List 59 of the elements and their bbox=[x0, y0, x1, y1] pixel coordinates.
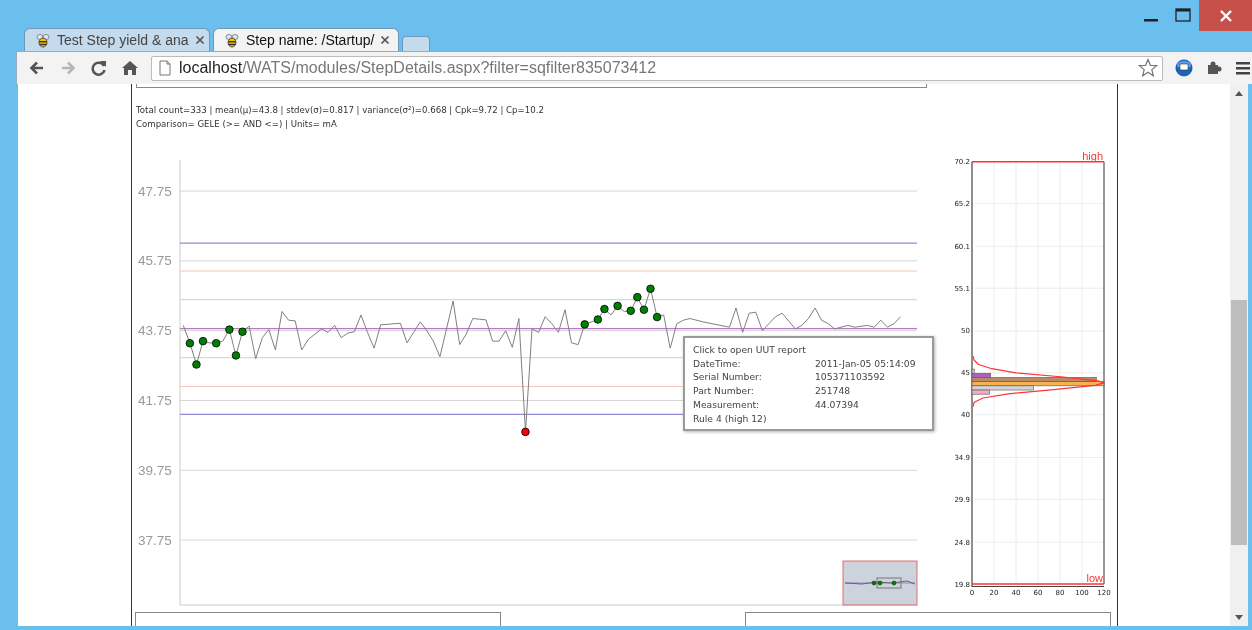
reload-icon[interactable] bbox=[89, 58, 109, 78]
close-icon[interactable] bbox=[380, 35, 391, 45]
navigator-drawing[interactable] bbox=[842, 560, 918, 606]
data-point[interactable] bbox=[212, 339, 221, 348]
data-point[interactable] bbox=[652, 312, 662, 322]
scrollbar-thumb[interactable] bbox=[1231, 300, 1247, 545]
axis-label: 41.75 bbox=[138, 392, 172, 408]
bee-icon bbox=[224, 32, 240, 48]
browser-tab[interactable]: Test Step yield & ana bbox=[24, 28, 210, 51]
field-value: 105371103592 bbox=[815, 370, 887, 385]
puzzle-icon[interactable] bbox=[1205, 59, 1223, 77]
address-bar[interactable]: localhost/WATS/modules/StepDetails.aspx?filter=sqfilter835073412 bbox=[151, 55, 1163, 81]
field-label: Measurement: bbox=[693, 397, 761, 412]
page-icon bbox=[158, 60, 172, 76]
data-point[interactable] bbox=[580, 320, 589, 329]
bee-icon bbox=[35, 32, 51, 48]
limit-label: low bbox=[1086, 572, 1103, 584]
scroll-down-icon[interactable] bbox=[1234, 614, 1244, 622]
bookmark-star-icon[interactable] bbox=[1138, 58, 1158, 78]
field-label: Part Number: bbox=[693, 384, 755, 398]
summary-text: Comparison= GELE (>= AND <=) | Units= mA bbox=[136, 118, 338, 131]
field-value: 251748 bbox=[815, 384, 852, 398]
data-point[interactable] bbox=[626, 306, 635, 315]
axis-label: 43.75 bbox=[138, 323, 172, 339]
data-point[interactable] bbox=[600, 304, 609, 314]
axis-label: 37.75 bbox=[138, 532, 172, 548]
data-point[interactable] bbox=[185, 339, 195, 348]
data-point[interactable] bbox=[633, 292, 642, 302]
data-point[interactable] bbox=[521, 427, 530, 437]
close-button[interactable] bbox=[1199, 0, 1252, 31]
data-point[interactable] bbox=[613, 301, 622, 311]
data-point[interactable] bbox=[225, 325, 234, 334]
field-value: 44.07394 bbox=[815, 397, 860, 412]
scroll-up-icon[interactable] bbox=[1234, 89, 1244, 97]
axis-label: 45.75 bbox=[138, 253, 172, 269]
axis-label: 47.75 bbox=[138, 183, 172, 199]
tooltip[interactable]: Click to open UUT report DateTime: 2011-Jan-05 05:14:09 Serial Number: 105371103592 Part Number: 251748 Measurement: 44.07394 Rule 4 (high 12) bbox=[683, 336, 934, 431]
data-point[interactable] bbox=[646, 284, 655, 293]
data-point[interactable] bbox=[192, 360, 201, 369]
rule-text: Rule 4 (high 12) bbox=[693, 411, 768, 426]
field-label: Serial Number: bbox=[693, 370, 763, 385]
data-point[interactable] bbox=[593, 315, 603, 324]
home-icon[interactable] bbox=[120, 58, 140, 78]
field-value: 2011-Jan-05 05:14:09 bbox=[815, 356, 917, 371]
maximize-icon[interactable] bbox=[1175, 8, 1191, 22]
axis-label: 39.75 bbox=[138, 462, 172, 478]
field-label: DateTime: bbox=[693, 356, 742, 371]
data-point[interactable] bbox=[198, 336, 208, 346]
extension-icon[interactable] bbox=[1174, 58, 1194, 78]
data-point[interactable] bbox=[639, 305, 649, 314]
browser-tab[interactable]: Step name: /Startup/ bbox=[213, 28, 399, 51]
data-point[interactable] bbox=[238, 327, 247, 336]
menu-icon[interactable] bbox=[1234, 59, 1252, 77]
scrollbar[interactable] bbox=[1230, 84, 1248, 626]
summary-text: Total count=333 | mean(μ)=43.8 | stdev(σ)=0.817 | variance(σ²)=0.668 | Cpk=9.72 | Cp=10.2 bbox=[136, 104, 545, 117]
tooltip-title: Click to open UUT report bbox=[693, 343, 807, 357]
data-point[interactable] bbox=[231, 351, 241, 360]
close-icon[interactable] bbox=[194, 35, 205, 45]
close-icon bbox=[1218, 8, 1233, 23]
